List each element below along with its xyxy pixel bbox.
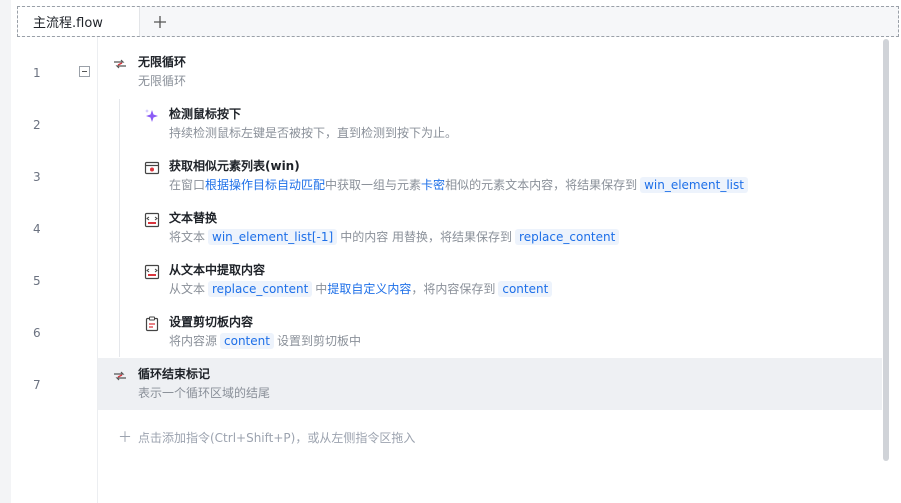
add-instruction-hint[interactable]: ＋ 点击添加指令(Ctrl+Shift+P)，或从左侧指令区拖入 <box>118 427 415 447</box>
line-number: 3 <box>33 170 41 184</box>
step-desc: 持续检测鼠标左键是否被按下，直到检测到按下为止。 <box>169 126 458 140</box>
flow-editor: 无限循环 无限循环 检测鼠标按下 持续检测鼠标左键是否被按下，直到检测到按下为止… <box>98 37 882 503</box>
line-gutter: 1 2 3 4 5 6 7 <box>17 37 98 503</box>
vertical-scrollbar[interactable] <box>882 37 890 503</box>
desc-text: 中获取一组与元素 <box>325 178 422 192</box>
desc-link-target[interactable]: 根据操作目标自动匹配 <box>205 176 325 193</box>
desc-text: 中的内容 用替换，将结果保存到 <box>340 230 513 244</box>
collapse-loop-button[interactable] <box>79 66 90 77</box>
step-title: 无限循环 <box>138 55 187 69</box>
step-title: 检测鼠标按下 <box>169 107 242 121</box>
desc-link-element[interactable]: 卡密 <box>421 176 445 193</box>
sparkle-icon <box>145 109 158 122</box>
step-title: 文本替换 <box>169 211 218 225</box>
step-row-loop-end[interactable]: 循环结束标记 表示一个循环区域的结尾 <box>98 358 882 410</box>
flow-editor-window: 主流程.flow 1 2 3 4 5 6 7 无限循环 无限循环 检测鼠标按下 … <box>11 0 901 503</box>
clipboard-icon <box>145 316 159 332</box>
step-desc: 从文本 replace_content 中 提取自定义内容 ，将内容保存到 co… <box>169 280 555 297</box>
step-title: 设置剪切板内容 <box>169 315 254 329</box>
step-desc: 将文本 win_element_list[-1] 中的内容 用替换，将结果保存到… <box>169 228 622 245</box>
line-number: 5 <box>33 274 41 288</box>
desc-text: 相似的元素文本内容，将结果保存到 <box>445 178 638 192</box>
loop-end-icon <box>114 371 126 381</box>
variable-chip[interactable]: replace_content <box>515 228 620 245</box>
step-desc: 将内容源 content 设置到剪切板中 <box>169 332 361 349</box>
text-extract-icon <box>144 264 160 280</box>
step-row-get-similar-elements[interactable]: 获取相似元素列表(win) 在窗口 根据操作目标自动匹配 中获取一组与元素 卡密… <box>98 154 882 206</box>
step-row-detect-mouse[interactable]: 检测鼠标按下 持续检测鼠标左键是否被按下，直到检测到按下为止。 <box>98 102 882 154</box>
plus-icon <box>154 15 166 28</box>
step-row-set-clipboard[interactable]: 设置剪切板内容 将内容源 content 设置到剪切板中 <box>98 310 882 362</box>
tab-label: 主流程.flow <box>33 16 103 31</box>
add-tab-button[interactable] <box>146 7 174 36</box>
add-hint-text: 点击添加指令(Ctrl+Shift+P)，或从左侧指令区拖入 <box>138 430 416 445</box>
scrollbar-thumb[interactable] <box>883 39 889 461</box>
desc-text: 将文本 <box>169 230 206 244</box>
plus-icon: ＋ <box>118 430 132 446</box>
loop-icon <box>114 59 126 69</box>
step-desc: 在窗口 根据操作目标自动匹配 中获取一组与元素 卡密 相似的元素文本内容，将结果… <box>169 176 751 193</box>
variable-chip[interactable]: content <box>220 332 274 349</box>
variable-chip[interactable]: content <box>498 280 553 297</box>
step-desc: 无限循环 <box>138 74 187 88</box>
step-row-text-replace[interactable]: 文本替换 将文本 win_element_list[-1] 中的内容 用替换，将… <box>98 206 882 258</box>
line-number: 6 <box>33 326 41 340</box>
desc-text: 中 <box>315 282 328 296</box>
window-icon <box>144 161 160 175</box>
line-number: 7 <box>33 378 41 392</box>
step-row-extract-text[interactable]: 从文本中提取内容 从文本 replace_content 中 提取自定义内容 ，… <box>98 258 882 310</box>
desc-text: 将内容源 <box>169 334 218 348</box>
tab-bar: 主流程.flow <box>17 6 899 37</box>
step-title: 从文本中提取内容 <box>169 263 266 277</box>
text-replace-icon <box>144 212 160 228</box>
desc-text: 从文本 <box>169 282 206 296</box>
desc-text: ，将内容保存到 <box>411 282 496 296</box>
variable-chip[interactable]: replace_content <box>208 280 313 297</box>
desc-text: 设置到剪切板中 <box>276 334 361 348</box>
step-title: 循环结束标记 <box>138 367 211 381</box>
line-number: 4 <box>33 222 41 236</box>
step-row-loop[interactable]: 无限循环 无限循环 <box>98 50 882 102</box>
desc-link-extract[interactable]: 提取自定义内容 <box>327 280 411 297</box>
variable-chip[interactable]: win_element_list[-1] <box>208 228 338 245</box>
tab-main-flow[interactable]: 主流程.flow <box>18 7 140 36</box>
line-number: 1 <box>33 66 41 80</box>
line-number: 2 <box>33 118 41 132</box>
step-desc: 表示一个循环区域的结尾 <box>138 386 271 400</box>
desc-text: 在窗口 <box>169 178 206 192</box>
variable-chip[interactable]: win_element_list <box>640 176 748 193</box>
step-title: 获取相似元素列表(win) <box>169 159 300 173</box>
